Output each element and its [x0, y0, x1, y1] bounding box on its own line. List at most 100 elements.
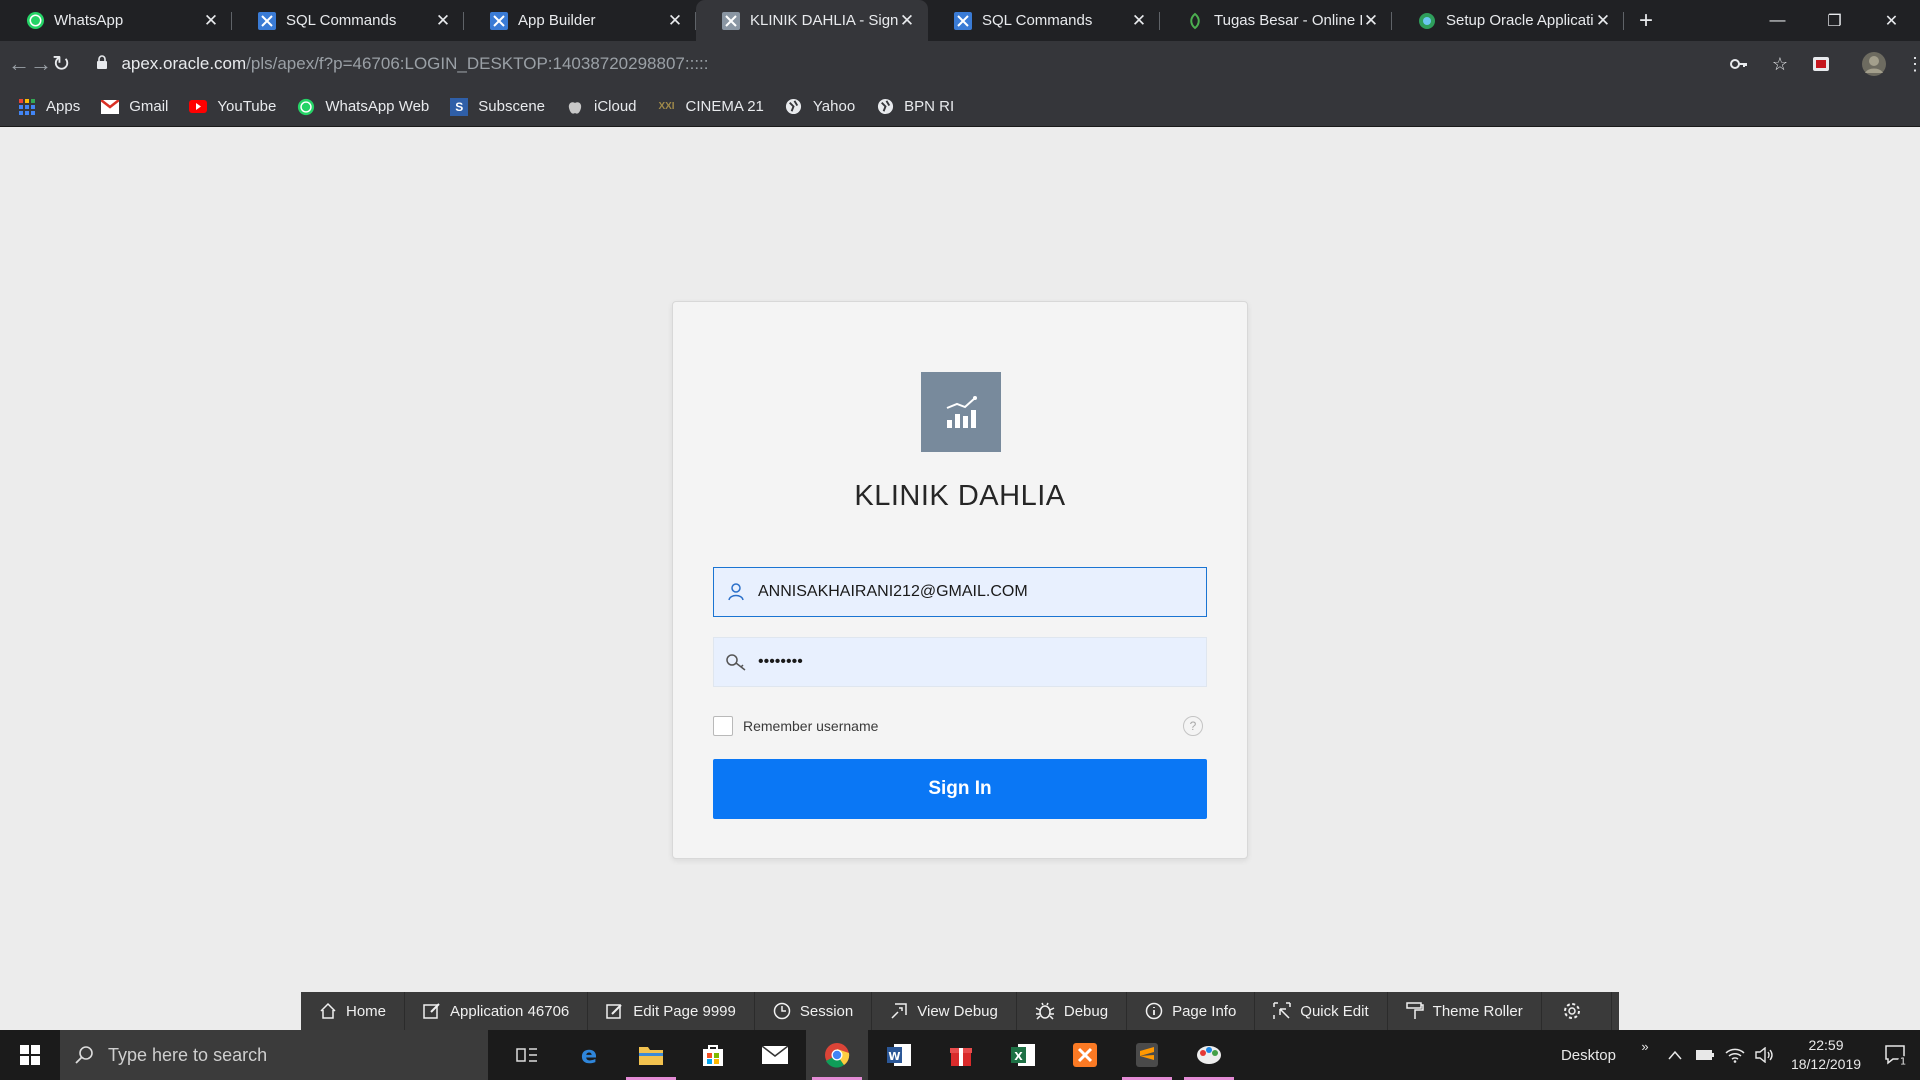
dev-session-button[interactable]: Session	[755, 992, 873, 1030]
close-icon[interactable]: ✕	[1362, 11, 1380, 31]
bookmark-apps[interactable]: Apps	[18, 98, 80, 116]
help-icon[interactable]: ?	[1183, 716, 1203, 736]
browser-toolbar: ← → ↻ apex.oracle.com/pls/apex/f?p=46706…	[0, 41, 1920, 87]
close-icon[interactable]: ✕	[434, 11, 452, 31]
globe-icon	[785, 98, 803, 116]
volume-icon[interactable]	[1750, 1047, 1780, 1063]
wifi-icon[interactable]	[1720, 1047, 1750, 1063]
close-icon[interactable]: ✕	[1130, 11, 1148, 31]
word-icon[interactable]: W	[868, 1030, 930, 1080]
tab-label: SQL Commands	[286, 12, 397, 29]
extension-icon[interactable]	[1800, 44, 1841, 84]
bookmark-bpn-ri[interactable]: BPN RI	[876, 98, 954, 116]
tab-klinik-dahlia[interactable]: KLINIK DAHLIA - Sign I ✕	[696, 0, 928, 41]
bookmark-yahoo[interactable]: Yahoo	[785, 98, 855, 116]
minimize-icon[interactable]: —	[1749, 0, 1806, 41]
gift-app-icon[interactable]	[930, 1030, 992, 1080]
windows-start-icon[interactable]	[0, 1030, 60, 1080]
dev-toolbar-label: Application 46706	[450, 1002, 570, 1020]
globe-icon	[1417, 11, 1437, 31]
bookmark-subscene[interactable]: S Subscene	[450, 97, 545, 116]
bookmark-whatsapp-web[interactable]: WhatsApp Web	[297, 98, 429, 116]
bookmark-cinema21[interactable]: XXI CINEMA 21	[658, 98, 764, 116]
dev-page-info-button[interactable]: Page Info	[1127, 992, 1256, 1030]
globe-icon	[876, 98, 894, 116]
restore-icon[interactable]: ❐	[1806, 0, 1863, 41]
key-icon[interactable]	[1718, 44, 1759, 84]
chevron-double-right-icon[interactable]: »	[1630, 1039, 1660, 1054]
notification-count: 1	[1900, 1057, 1906, 1067]
mail-icon[interactable]	[744, 1030, 806, 1080]
bookmarks-bar: Apps Gmail YouTube WhatsApp Web S Subscen…	[0, 87, 1920, 127]
tab-whatsapp[interactable]: WhatsApp ✕	[0, 0, 232, 41]
tab-setup-oracle[interactable]: Setup Oracle Applicatic ✕	[1392, 0, 1624, 41]
dev-home-button[interactable]: Home	[301, 992, 406, 1030]
back-arrow-icon[interactable]: ←	[8, 44, 30, 84]
profile-avatar-icon[interactable]	[1853, 44, 1894, 84]
close-icon[interactable]: ✕	[666, 11, 684, 31]
tab-sql-commands-2[interactable]: SQL Commands ✕	[928, 0, 1160, 41]
bookmark-label: Subscene	[478, 98, 545, 115]
bookmark-gmail[interactable]: Gmail	[101, 98, 168, 116]
whatsapp-icon	[297, 98, 315, 116]
close-icon[interactable]: ✕	[202, 11, 220, 31]
star-icon[interactable]: ☆	[1759, 44, 1800, 84]
close-icon[interactable]: ✕	[1594, 11, 1612, 31]
dev-quick-edit-button[interactable]: Quick Edit	[1255, 992, 1388, 1030]
battery-icon[interactable]	[1690, 1049, 1720, 1061]
sign-in-button[interactable]: Sign In	[713, 759, 1207, 819]
store-icon[interactable]	[682, 1030, 744, 1080]
dev-edit-page-button[interactable]: Edit Page 9999	[588, 992, 755, 1030]
taskbar-search[interactable]: Type here to search	[60, 1030, 488, 1080]
menu-dots-icon[interactable]: ⋮	[1894, 44, 1920, 84]
dev-settings-button[interactable]	[1542, 992, 1612, 1030]
bookmark-label: CINEMA 21	[685, 98, 764, 115]
url-path: /pls/apex/f?p=46706:LOGIN_DESKTOP:140387…	[246, 54, 709, 73]
bookmark-label: Yahoo	[812, 98, 856, 115]
taskbar-apps: e W X	[496, 1030, 1240, 1080]
edge-icon[interactable]: e	[558, 1030, 620, 1080]
system-tray: Desktop » 22:59 18/12/2019 1	[1561, 1030, 1920, 1080]
address-bar[interactable]: apex.oracle.com/pls/apex/f?p=46706:LOGIN…	[82, 46, 1718, 82]
key-icon	[714, 653, 758, 671]
sublime-text-icon[interactable]	[1116, 1030, 1178, 1080]
forward-arrow-icon[interactable]: →	[30, 44, 52, 84]
tab-tugas-besar[interactable]: Tugas Besar - Online L ✕	[1160, 0, 1392, 41]
tab-label: Setup Oracle Applicatic	[1446, 12, 1594, 29]
dev-theme-roller-button[interactable]: Theme Roller	[1388, 992, 1542, 1030]
remember-username-label[interactable]: Remember username	[743, 718, 878, 734]
close-icon[interactable]: ✕	[898, 11, 916, 31]
chevron-up-icon[interactable]	[1660, 1050, 1690, 1060]
bookmark-youtube[interactable]: YouTube	[189, 98, 276, 116]
excel-icon[interactable]: X	[992, 1030, 1054, 1080]
dev-application-button[interactable]: Application 46706	[405, 992, 589, 1030]
notification-center-icon[interactable]: 1	[1872, 1044, 1920, 1066]
tab-app-builder[interactable]: App Builder ✕	[464, 0, 696, 41]
dev-debug-button[interactable]: Debug	[1017, 992, 1128, 1030]
clock-icon	[773, 1002, 791, 1020]
bookmark-label: Apps	[46, 98, 81, 115]
bookmark-icloud[interactable]: iCloud	[566, 98, 637, 116]
gmail-icon	[101, 98, 120, 116]
task-view-icon[interactable]	[496, 1030, 558, 1080]
developer-toolbar: Home Application 46706 Edit Page 9999 Se…	[301, 992, 1619, 1030]
tab-sql-commands[interactable]: SQL Commands ✕	[232, 0, 464, 41]
reload-icon[interactable]: ↻	[52, 44, 70, 84]
desktop-toolbar-label[interactable]: Desktop	[1561, 1047, 1616, 1064]
leaf-icon	[1185, 11, 1205, 31]
new-tab-button[interactable]: +	[1624, 0, 1668, 41]
xampp-icon[interactable]	[1054, 1030, 1116, 1080]
paint-icon[interactable]	[1178, 1030, 1240, 1080]
edit-page-icon	[606, 1002, 624, 1020]
file-explorer-icon[interactable]	[620, 1030, 682, 1080]
chrome-icon[interactable]	[806, 1030, 868, 1080]
username-input[interactable]	[758, 570, 1178, 614]
user-icon	[714, 583, 758, 601]
close-window-icon[interactable]: ✕	[1863, 0, 1920, 41]
remember-username-checkbox[interactable]	[713, 716, 733, 736]
dev-view-debug-button[interactable]: View Debug	[872, 992, 1017, 1030]
password-input[interactable]	[758, 640, 1178, 684]
taskbar-clock[interactable]: 22:59 18/12/2019	[1780, 1036, 1872, 1074]
quick-edit-icon	[1273, 1002, 1292, 1020]
tab-label: KLINIK DAHLIA - Sign I	[750, 12, 898, 29]
